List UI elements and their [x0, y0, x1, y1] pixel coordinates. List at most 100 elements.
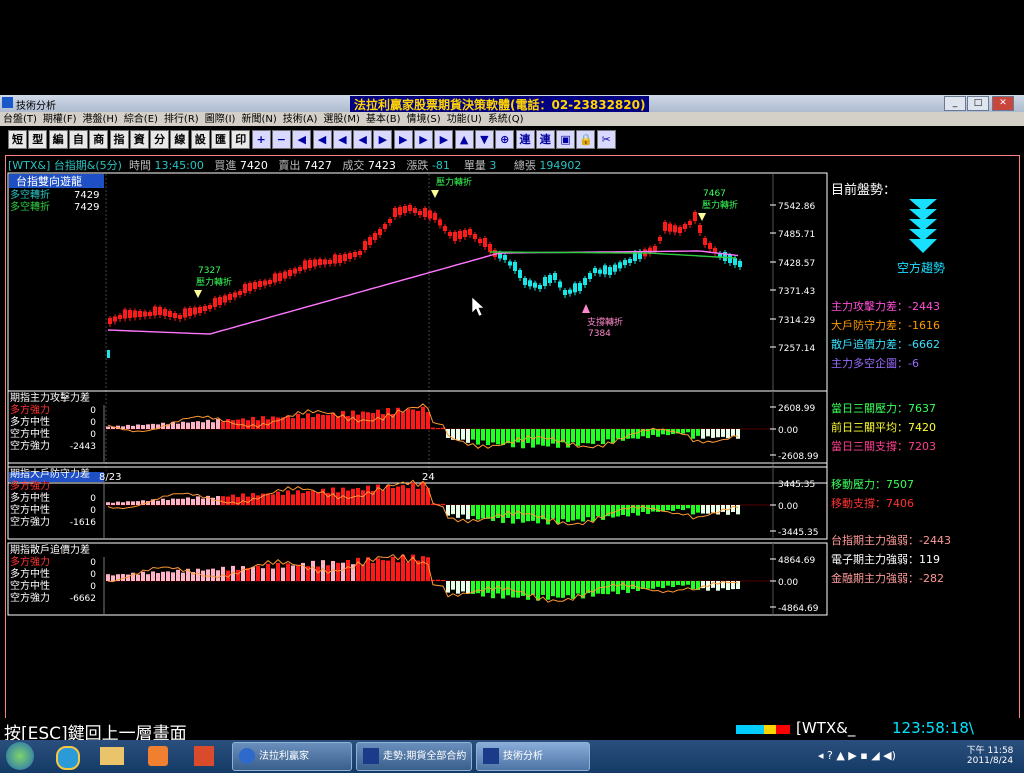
candle-body	[218, 297, 222, 305]
sub-bar	[216, 419, 220, 429]
summary-item-8: 移動支撐：7406	[831, 497, 914, 510]
sub-bar	[471, 429, 475, 440]
task-quotes[interactable]: 走勢:期貨全部合約	[356, 742, 472, 771]
sub-bar	[726, 429, 730, 439]
main-tick-label: 7485.71	[778, 230, 815, 240]
candle-body	[413, 208, 417, 213]
sub-bar	[116, 501, 120, 505]
sub-bar	[171, 572, 175, 581]
sub-bar	[231, 494, 235, 505]
candle-body	[208, 305, 212, 309]
sub-bar	[311, 417, 315, 429]
sub-bar	[131, 425, 135, 429]
sub-row-label: 空方強力	[10, 591, 50, 604]
sub-bar	[576, 429, 580, 446]
sub-bar	[586, 429, 590, 444]
sub-bar	[136, 574, 140, 581]
sub-bar	[581, 505, 585, 522]
sub-bar	[256, 565, 260, 581]
sub-bar	[446, 581, 450, 593]
candle-body	[248, 283, 252, 291]
sub-bar	[126, 424, 130, 429]
media-player-icon[interactable]	[148, 746, 168, 766]
annot-3-arrow-icon	[698, 213, 706, 221]
sub-bar	[286, 415, 290, 429]
sub-bar	[501, 429, 505, 446]
sub-bar	[556, 505, 560, 524]
sub-bar	[476, 429, 480, 445]
candle-body	[388, 219, 392, 223]
sub-bar	[701, 429, 705, 439]
candle-body	[358, 251, 362, 255]
candle-body	[363, 241, 367, 250]
windows-taskbar: 法拉利贏家 走勢:期貨全部合約 技術分析 ◂ ? ▲ ▶ ▪ ◢ ◀) 下午 1…	[0, 740, 1024, 773]
main-tick-label: 7257.14	[778, 344, 815, 354]
candle-body	[373, 233, 377, 240]
sub-bar	[546, 429, 550, 447]
tray-icons[interactable]: ◂ ? ▲ ▶ ▪ ◢ ◀)	[818, 749, 896, 762]
sub-bar	[206, 419, 210, 429]
sub-row-value: 0	[90, 582, 96, 592]
sub-bar	[331, 412, 335, 429]
sub-row-label: 多方中性	[10, 415, 50, 428]
moving-average-line	[107, 250, 739, 335]
sub-bar	[711, 581, 715, 588]
sub-bar	[666, 505, 670, 511]
sub-tick-label: 0.00	[778, 426, 798, 436]
sub-bar	[456, 505, 460, 518]
task-winner[interactable]: 法拉利贏家	[232, 742, 352, 771]
sub-tick-label: 2608.99	[778, 404, 815, 414]
sub-bar	[306, 491, 310, 505]
task-technical[interactable]: 技術分析	[476, 742, 590, 771]
sub-bar	[496, 429, 500, 445]
sub-bar	[291, 418, 295, 429]
sub-bar	[556, 429, 560, 448]
app-shortcut-icon[interactable]	[194, 746, 214, 766]
main-tick-label: 7428.57	[778, 259, 815, 269]
candle-body	[118, 315, 122, 319]
candle-body	[188, 308, 192, 316]
x-label-day2: 24	[422, 472, 435, 483]
candle-body	[708, 243, 712, 249]
sub-bar	[711, 429, 715, 438]
candle-body	[733, 258, 737, 265]
sub-bar	[706, 505, 710, 514]
sub-bar	[246, 568, 250, 581]
start-button[interactable]	[6, 742, 34, 770]
candle-body	[298, 267, 302, 271]
sub-bar	[376, 409, 380, 429]
sub-row-value: 0	[90, 430, 96, 440]
sub-bar	[566, 581, 570, 596]
tray-date[interactable]: 2011/8/24	[960, 756, 1020, 766]
ie-icon[interactable]	[56, 746, 80, 770]
sub-bar	[306, 413, 310, 429]
summary-item-11: 金融期主力強弱：-282	[831, 572, 944, 585]
sub-bar	[581, 429, 585, 444]
sub-bar	[461, 505, 465, 515]
candle-body	[623, 260, 627, 265]
candle-body	[293, 268, 297, 274]
sub-row-value: 0	[90, 506, 96, 516]
sub-tick-label: -2608.99	[778, 452, 819, 462]
sub-bar	[191, 421, 195, 429]
tray-time[interactable]: 下午 11:58	[960, 743, 1020, 756]
sub-bar	[696, 505, 700, 513]
sub-bar	[146, 424, 150, 429]
sub-bar	[551, 581, 555, 597]
candle-body	[283, 271, 287, 279]
sub-bar	[501, 505, 505, 523]
candle-body	[193, 307, 197, 315]
main-tick-label: 7371.43	[778, 287, 815, 297]
sub-bar	[536, 581, 540, 601]
sub-bar	[561, 581, 565, 598]
sub-bar	[481, 429, 485, 441]
sub-bar	[466, 429, 470, 443]
summary-item-2: 散戶追價力差：-6662	[831, 338, 940, 351]
sub-bar	[636, 505, 640, 516]
sub-bar	[481, 505, 485, 519]
sub-bar	[181, 498, 185, 505]
explorer-icon[interactable]	[100, 747, 124, 765]
candle-body	[213, 298, 217, 307]
candle-body	[183, 308, 187, 318]
sub-bar	[596, 581, 600, 594]
